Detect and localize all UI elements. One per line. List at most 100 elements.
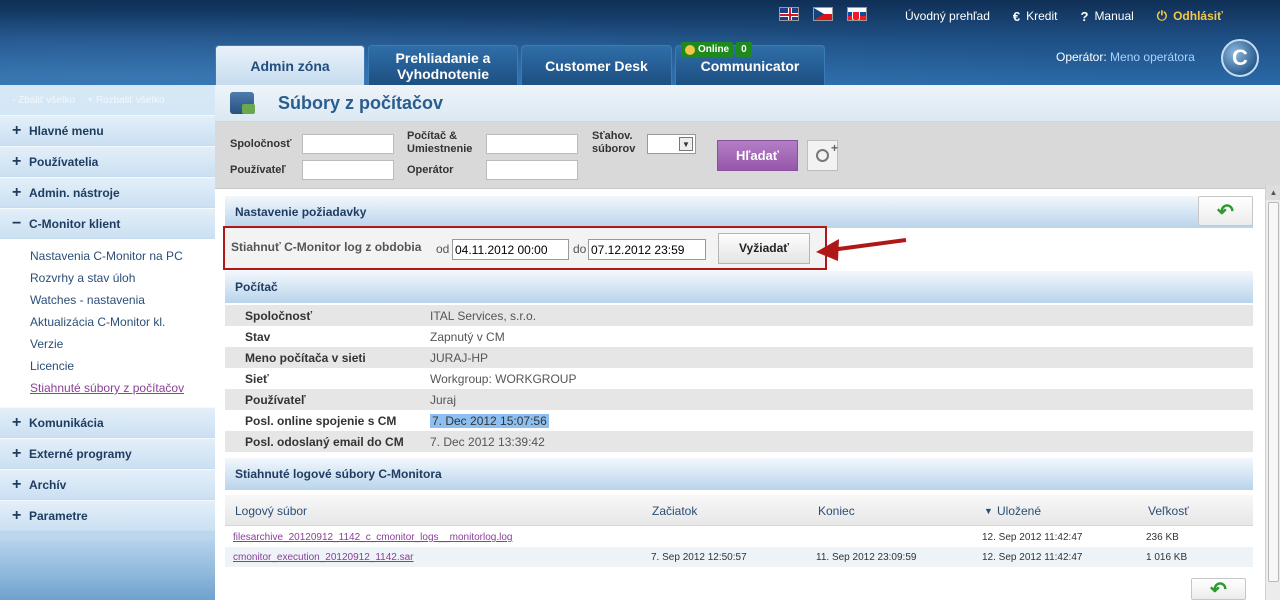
tab-customer-desk[interactable]: Customer Desk — [521, 45, 672, 85]
sidebar-item-update[interactable]: Aktualizácia C-Monitor kl. — [0, 311, 215, 333]
request-button[interactable]: Vyžiadať — [718, 233, 810, 264]
expand-all-link[interactable]: + Rozbaliť všetko — [87, 95, 164, 106]
col-size[interactable]: Veľkosť — [1148, 504, 1189, 518]
sidebar-group-label: Komunikácia — [29, 415, 104, 430]
scroll-up-icon[interactable]: ▲ — [1266, 185, 1280, 200]
file-saved: 12. Sep 2012 11:42:47 — [982, 532, 1083, 543]
logout-label: Odhlásiť — [1173, 9, 1223, 23]
company-filter-input[interactable] — [302, 134, 394, 154]
to-label: do — [573, 242, 587, 256]
expand-icon: + — [12, 506, 22, 524]
col-log-file[interactable]: Logový súbor — [235, 504, 307, 518]
manual-label: Manual — [1094, 9, 1134, 23]
help-icon: ? — [1080, 8, 1089, 24]
sidebar-group-external-programs[interactable]: + Externé programy — [0, 438, 215, 469]
info-value: 7. Dec 2012 13:39:42 — [430, 434, 545, 449]
manual-link[interactable]: ? Manual — [1080, 9, 1133, 24]
info-row-last-online: Posl. online spojenie s CM 7. Dec 2012 1… — [225, 410, 1253, 431]
user-filter-input[interactable] — [302, 160, 394, 180]
tab-customer-desk-label: Customer Desk — [545, 57, 648, 74]
sidebar-group-archive[interactable]: + Archív — [0, 469, 215, 500]
credit-link[interactable]: € Kredit — [1013, 9, 1058, 24]
sidebar-item-versions[interactable]: Verzie — [0, 333, 215, 355]
sidebar-footer — [0, 540, 215, 600]
sidebar-item-schedules[interactable]: Rozvrhy a stav úloh — [0, 267, 215, 289]
back-arrow-icon: ↶ — [1210, 578, 1227, 600]
request-section-header: Nastavenie požiadavky — [225, 196, 1253, 228]
search-button[interactable]: Hľadať — [717, 140, 798, 171]
scroll-thumb[interactable] — [1268, 202, 1279, 582]
page-title: Súbory z počítačov — [278, 92, 444, 113]
sidebar-item-licenses[interactable]: Licencie — [0, 355, 215, 377]
flag-slovak-icon[interactable] — [847, 7, 867, 21]
sidebar-group-label: Parametre — [29, 508, 88, 523]
info-row-computer-name: Meno počítača v sieti JURAJ-HP — [225, 347, 1253, 368]
expand-icon: + — [12, 475, 22, 493]
download-filter-select[interactable]: ▼ — [647, 134, 696, 154]
sort-desc-icon: ▼ — [984, 506, 993, 516]
logout-link[interactable]: ⏻ Odhlásiť — [1157, 8, 1223, 24]
sidebar-item-watches[interactable]: Watches - nastavenia — [0, 289, 215, 311]
flag-english-icon[interactable] — [779, 7, 799, 21]
info-key: Posl. odoslaný email do CM — [245, 434, 404, 449]
flag-czech-icon[interactable] — [813, 7, 833, 21]
sidebar-group-admin-tools[interactable]: + Admin. nástroje — [0, 177, 215, 208]
sidebar-group-parameters[interactable]: + Parametre — [0, 500, 215, 531]
col-start[interactable]: Začiatok — [652, 504, 697, 518]
info-value: Workgroup: WORKGROUP — [430, 371, 577, 386]
sidebar-group-label: Externé programy — [29, 446, 132, 461]
red-arrow-icon — [816, 238, 907, 261]
file-link[interactable]: cmonitor_execution_20120912_1142.sar — [233, 552, 414, 563]
info-row-last-email: Posl. odoslaný email do CM 7. Dec 2012 1… — [225, 431, 1253, 452]
collapse-all-link[interactable]: - Zbaliť všetko — [12, 95, 75, 106]
overview-link[interactable]: Úvodný prehľad — [905, 9, 990, 23]
from-label: od — [436, 242, 450, 256]
operator-info: Operátor: Meno operátora — [1056, 50, 1195, 64]
table-row: cmonitor_execution_20120912_1142.sar 7. … — [225, 547, 1253, 567]
back-button-bottom[interactable]: ↶ — [1191, 578, 1246, 600]
from-date-input[interactable]: 04.11.2012 00:00 — [452, 239, 569, 260]
overview-label: Úvodný prehľad — [905, 9, 990, 23]
operator-filter-input[interactable] — [486, 160, 578, 180]
cmonitor-submenu: Nastavenia C-Monitor na PC Rozvrhy a sta… — [0, 239, 215, 407]
file-size: 236 KB — [1146, 532, 1179, 543]
top-links: Úvodný prehľad € Kredit ? Manual ⏻ Odhlá… — [905, 8, 1223, 24]
info-row-company: Spoločnosť ITAL Services, s.r.o. — [225, 305, 1253, 326]
info-value: Juraj — [430, 392, 457, 407]
sidebar-group-communication[interactable]: + Komunikácia — [0, 407, 215, 438]
title-bar: Súbory z počítačov — [215, 85, 1280, 122]
magnifier-plus-icon — [816, 141, 838, 162]
power-icon: ⏻ — [1156, 8, 1168, 23]
collapse-row: - Zbaliť všetko + Rozbaliť všetko — [0, 85, 215, 115]
info-row-status: Stav Zapnutý v CM — [225, 326, 1253, 347]
tab-review-label: Prehliadanie a Vyhodnotenie — [395, 49, 491, 82]
info-value: 7. Dec 2012 15:07:56 — [430, 413, 549, 428]
online-count: 0 — [736, 42, 752, 57]
sidebar-group-cmonitor-client[interactable]: − C-Monitor klient — [0, 208, 215, 239]
to-date-input[interactable]: 07.12.2012 23:59 — [588, 239, 706, 260]
tab-review-evaluation[interactable]: Prehliadanie a Vyhodnotenie — [368, 45, 518, 85]
main-content: Súbory z počítačov Spoločnosť Používateľ… — [215, 85, 1280, 600]
sidebar-group-label: Používatelia — [29, 154, 99, 169]
info-key: Používateľ — [245, 392, 306, 407]
file-end: 11. Sep 2012 23:09:59 — [816, 552, 917, 563]
col-saved[interactable]: Uložené — [997, 504, 1041, 518]
sidebar-group-label: C-Monitor klient — [29, 216, 121, 231]
expand-icon: + — [12, 413, 22, 431]
advanced-search-button[interactable] — [807, 140, 838, 171]
col-end[interactable]: Koniec — [818, 504, 855, 518]
sidebar: - Zbaliť všetko + Rozbaliť všetko + Hlav… — [0, 85, 215, 600]
info-value: ITAL Services, s.r.o. — [430, 308, 537, 323]
info-value: JURAJ-HP — [430, 350, 489, 365]
tab-admin-zone[interactable]: Admin zóna — [215, 45, 365, 85]
vertical-scrollbar[interactable]: ▲ — [1265, 185, 1280, 600]
computer-filter-input[interactable] — [486, 134, 578, 154]
sidebar-group-users[interactable]: + Používatelia — [0, 146, 215, 177]
computer-section-header: Počítač — [225, 271, 1253, 303]
file-link[interactable]: filesarchive_20120912_1142_c_cmonitor_lo… — [233, 532, 512, 543]
sidebar-item-cmonitor-settings[interactable]: Nastavenia C-Monitor na PC — [0, 245, 215, 267]
sidebar-group-main-menu[interactable]: + Hlavné menu — [0, 115, 215, 146]
sidebar-item-downloaded-files[interactable]: Stiahnuté súbory z počítačov — [0, 377, 215, 399]
back-button-top[interactable]: ↶ — [1198, 196, 1253, 226]
expand-icon: + — [12, 121, 22, 139]
